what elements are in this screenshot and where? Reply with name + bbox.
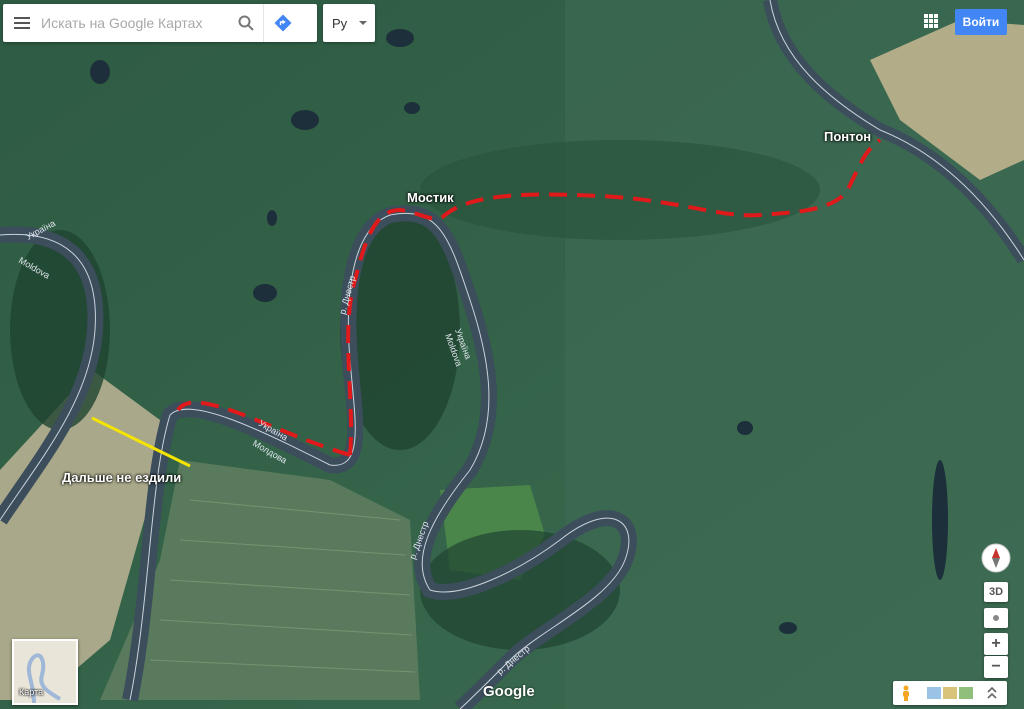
satellite-map[interactable]: Україна Moldova Україна Молдова Україна … bbox=[0, 0, 1024, 709]
signin-button[interactable]: Войти bbox=[955, 9, 1007, 35]
compass-icon[interactable] bbox=[977, 543, 1015, 573]
expand-icon[interactable] bbox=[987, 687, 997, 699]
language-select[interactable]: Ру bbox=[323, 4, 375, 42]
apps-grid-icon[interactable] bbox=[924, 14, 938, 28]
annotation-bridge: Мостик bbox=[407, 190, 454, 205]
menu-icon bbox=[14, 17, 30, 29]
bottom-toolbar bbox=[893, 681, 1007, 705]
pegman-icon[interactable] bbox=[901, 685, 911, 701]
annotation-pontoon: Понтон bbox=[824, 129, 872, 144]
menu-button[interactable] bbox=[3, 4, 41, 42]
search-button[interactable] bbox=[229, 4, 263, 42]
language-label: Ру bbox=[332, 15, 348, 31]
view-3d-button[interactable]: 3D bbox=[984, 582, 1008, 602]
search-box bbox=[3, 4, 317, 42]
caret-down-icon bbox=[359, 21, 368, 25]
my-location-button[interactable] bbox=[984, 608, 1008, 628]
annotation-stop: Дальше не ездили bbox=[62, 470, 182, 485]
zoom-in-button[interactable]: + bbox=[984, 633, 1008, 655]
directions-button[interactable] bbox=[263, 4, 302, 42]
directions-icon bbox=[274, 14, 292, 32]
google-logo: Google bbox=[483, 683, 535, 700]
zoom-out-button[interactable]: − bbox=[984, 656, 1008, 678]
location-icon bbox=[993, 615, 999, 621]
map-view-toggle[interactable]: Карта bbox=[12, 639, 78, 705]
search-icon bbox=[238, 15, 254, 31]
imagery-icon[interactable] bbox=[927, 687, 975, 699]
search-input[interactable] bbox=[41, 15, 221, 31]
minimap-label: Карта bbox=[19, 687, 44, 697]
